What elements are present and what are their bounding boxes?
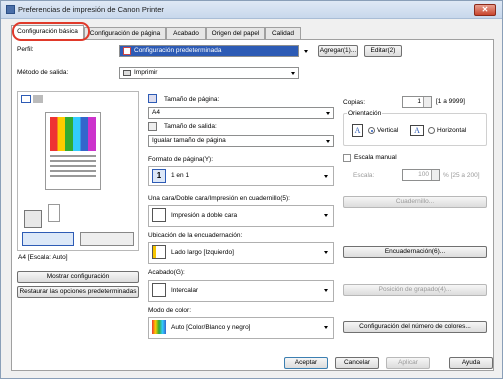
horizontal-radio[interactable] bbox=[428, 127, 435, 134]
page-format-dropdown[interactable]: 1 1 en 1 bbox=[148, 166, 334, 186]
chevron-down-icon bbox=[326, 112, 330, 115]
color-mode-label: Modo de color: bbox=[148, 307, 191, 314]
edit-profile-button[interactable]: Editar(2) bbox=[364, 45, 402, 57]
chevron-down-icon bbox=[324, 214, 328, 217]
print-preferences-window: Preferencias de impresión de Canon Print… bbox=[0, 0, 503, 379]
binding-label: Ubicación de la encuadernación: bbox=[148, 232, 243, 239]
printer-icon bbox=[6, 5, 15, 14]
cancel-button[interactable]: Cancelar bbox=[335, 357, 379, 369]
profile-icon bbox=[123, 47, 131, 55]
preview-caption: A4 [Escala: Auto] bbox=[18, 254, 68, 261]
output-method-label: Método de salida: bbox=[17, 69, 69, 76]
binding-button[interactable]: Encuadernación(6)... bbox=[343, 246, 487, 258]
copies-label: Copias: bbox=[343, 99, 366, 106]
duplex-value: Impresión a doble cara bbox=[171, 212, 238, 219]
page-size-value: A4 bbox=[152, 109, 160, 116]
profile-dropdown[interactable]: Configuración predeterminada bbox=[119, 45, 308, 57]
output-size-icon bbox=[148, 122, 157, 131]
vertical-radio[interactable] bbox=[368, 127, 375, 134]
spin-arrows-icon[interactable] bbox=[431, 170, 439, 180]
finishing-value: Intercalar bbox=[171, 287, 199, 294]
manual-scale-checkbox[interactable] bbox=[343, 154, 351, 162]
settings-panel: Perfil: Configuración predeterminada Agr… bbox=[11, 39, 494, 371]
restore-defaults-button[interactable]: Restaurar las opciones predeterminadas bbox=[17, 286, 139, 298]
page-format-label: Formato de página(Y): bbox=[148, 156, 214, 163]
portrait-icon: A bbox=[352, 124, 363, 137]
output-size-value: Igualar tamaño de página bbox=[152, 137, 226, 144]
vertical-label: Vertical bbox=[377, 127, 399, 134]
page-preview bbox=[45, 112, 101, 190]
page-format-value: 1 en 1 bbox=[171, 172, 190, 179]
layout-toggle-left[interactable] bbox=[22, 232, 74, 246]
copies-spinner[interactable]: 1 bbox=[402, 96, 432, 108]
window-title: Preferencias de impresión de Canon Print… bbox=[18, 5, 164, 14]
layout-toggle-right[interactable] bbox=[80, 232, 134, 246]
preview-image bbox=[50, 117, 96, 151]
duplex-icon bbox=[152, 208, 166, 222]
show-settings-button[interactable]: Mostrar configuración bbox=[17, 271, 139, 283]
profile-value: Configuración predeterminada bbox=[134, 47, 222, 54]
page-size-label: Tamaño de página: bbox=[164, 96, 220, 103]
finishing-dropdown[interactable]: Intercalar bbox=[148, 280, 334, 302]
page-view-icon[interactable] bbox=[21, 95, 31, 103]
chevron-down-icon bbox=[326, 140, 330, 143]
paper-stack-icon bbox=[48, 204, 60, 222]
output-size-dropdown[interactable]: Igualar tamaño de página bbox=[148, 135, 334, 147]
horizontal-label: Horizontal bbox=[437, 127, 467, 134]
help-button[interactable]: Ayuda bbox=[449, 357, 493, 369]
duplex-label: Una cara/Doble cara/Impresión en cuadern… bbox=[148, 195, 290, 202]
duplex-dropdown[interactable]: Impresión a doble cara bbox=[148, 205, 334, 227]
output-method-value: Imprimir bbox=[134, 69, 158, 76]
title-bar: Preferencias de impresión de Canon Print… bbox=[1, 1, 502, 19]
page-size-dropdown[interactable]: A4 bbox=[148, 107, 334, 119]
chevron-down-icon bbox=[324, 289, 328, 292]
pages-per-sheet-icon: 1 bbox=[152, 169, 166, 183]
spin-arrows-icon[interactable] bbox=[423, 97, 431, 107]
printer-view-icon[interactable] bbox=[33, 95, 43, 103]
scale-label: Escala: bbox=[353, 172, 375, 179]
profile-label: Perfil: bbox=[17, 46, 34, 53]
output-method-dropdown[interactable]: Imprimir bbox=[119, 67, 299, 79]
preview-panel bbox=[17, 91, 139, 251]
finishing-label: Acabado(G): bbox=[148, 269, 185, 276]
apply-button[interactable]: Aplicar bbox=[386, 357, 430, 369]
printer-preview-icon bbox=[24, 210, 42, 228]
chevron-down-icon bbox=[304, 50, 308, 53]
manual-scale-label: Escala manual bbox=[354, 154, 397, 161]
booklet-button[interactable]: Cuadernillo... bbox=[343, 196, 487, 208]
page-size-icon bbox=[148, 94, 157, 103]
output-size-label: Tamaño de salida: bbox=[164, 123, 217, 130]
close-button[interactable]: ✕ bbox=[474, 4, 496, 16]
scale-range: % [25 a 200] bbox=[443, 172, 480, 179]
staple-position-button[interactable]: Posición de grapado(4)... bbox=[343, 284, 487, 296]
scale-spinner[interactable]: 100 bbox=[402, 169, 440, 181]
binding-side-icon bbox=[152, 245, 166, 259]
chevron-down-icon bbox=[324, 251, 328, 254]
orientation-label: Orientación bbox=[347, 110, 383, 117]
scale-value: 100 bbox=[418, 171, 429, 178]
printer-output-icon bbox=[123, 70, 131, 76]
copies-value: 1 bbox=[417, 98, 421, 105]
collate-icon bbox=[152, 283, 166, 297]
chevron-down-icon bbox=[324, 326, 328, 329]
accept-button[interactable]: Aceptar bbox=[284, 357, 328, 369]
color-mode-dropdown[interactable]: Auto [Color/Blanco y negro] bbox=[148, 317, 334, 339]
color-count-button[interactable]: Configuración del número de colores... bbox=[343, 321, 487, 333]
binding-dropdown[interactable]: Lado largo [Izquierdo] bbox=[148, 242, 334, 264]
binding-value: Lado largo [Izquierdo] bbox=[171, 249, 234, 256]
color-mode-value: Auto [Color/Blanco y negro] bbox=[171, 324, 251, 331]
chevron-down-icon bbox=[291, 72, 295, 75]
add-profile-button[interactable]: Agregar(1)... bbox=[318, 45, 358, 57]
landscape-icon: A bbox=[410, 125, 424, 136]
color-mode-icon bbox=[152, 320, 166, 334]
copies-range: [1 a 9999] bbox=[436, 98, 465, 105]
chevron-down-icon bbox=[324, 175, 328, 178]
tab-highlight-annotation bbox=[12, 22, 90, 41]
